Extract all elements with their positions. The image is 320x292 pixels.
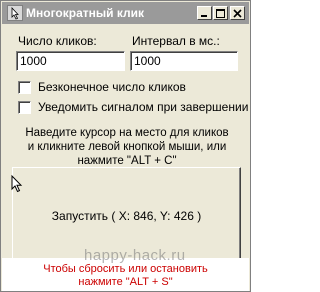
start-button-label: Запустить ( X: 846, Y: 426 ) [51,209,202,223]
title-bar[interactable]: Многократный клик [2,2,249,24]
clicks-count-input[interactable] [16,51,125,71]
instructions-line-1: Наведите курсор на место для кликов [25,127,229,139]
notify-on-finish-checkbox[interactable] [18,101,31,114]
notify-on-finish-label[interactable]: Уведомить сигналом при завершении [38,100,248,114]
app-icon [7,5,23,21]
instructions-line-3: нажмите "ALT + C" [77,155,177,167]
infinite-clicks-label[interactable]: Безконечное число кликов [38,80,186,94]
instructions-line-2: и кликните левой кнопкой мыши, или [27,141,227,153]
stop-hint-line-2: нажмите "ALT + S" [78,276,173,288]
stop-hint-line-1: Чтобы сбросить или остановить [43,263,208,275]
maximize-button[interactable] [213,6,228,20]
infinite-clicks-checkbox[interactable] [18,81,31,94]
watermark: happy-hack.ru [84,247,186,264]
stop-hint: Чтобы сбросить или остановить нажмите "A… [2,263,249,289]
cursor-icon [11,175,23,193]
interval-label: Интервал в мс.: [132,34,220,48]
window-title: Многократный клик [26,6,144,20]
close-button[interactable] [230,6,245,20]
maximize-icon [216,8,225,18]
instructions-text: Наведите курсор на место для кликов и кл… [21,126,233,168]
app-window: Многократный клик Число кликов: Интервал… [0,0,251,292]
interval-input[interactable] [130,51,238,71]
minimize-icon [201,14,207,17]
minimize-button[interactable] [197,6,212,20]
close-icon [233,8,242,18]
clicks-label: Число кликов: [18,34,97,48]
